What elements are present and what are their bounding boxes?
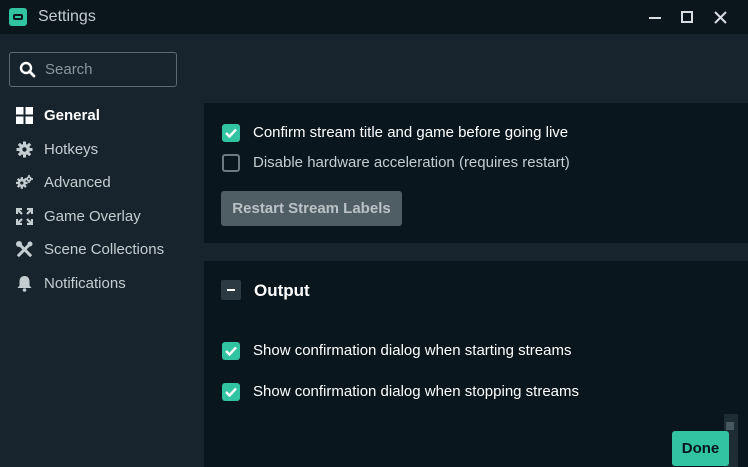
output-settings-card: Output Show confirmation dialog when sta… bbox=[204, 261, 748, 467]
maximize-icon bbox=[681, 11, 693, 23]
sidebar-item-label: Hotkeys bbox=[44, 141, 99, 158]
sidebar-item-label: General bbox=[44, 107, 100, 124]
sidebar: General Hotkeys bbox=[0, 34, 188, 467]
title-bar: Settings bbox=[0, 0, 748, 34]
app-logo-icon bbox=[9, 8, 27, 26]
maximize-button[interactable] bbox=[670, 0, 704, 34]
tools-icon bbox=[16, 241, 33, 257]
sidebar-item-label: Game Overlay bbox=[44, 208, 141, 225]
sidebar-item-label: Notifications bbox=[44, 275, 126, 292]
bell-icon bbox=[17, 276, 32, 292]
gears-icon bbox=[16, 174, 33, 189]
window-title: Settings bbox=[38, 8, 96, 25]
minimize-icon bbox=[649, 17, 661, 19]
sidebar-item-label: Advanced bbox=[44, 174, 111, 191]
sidebar-item-notifications[interactable]: Notifications bbox=[0, 268, 188, 298]
confirm-start-stream-checkbox[interactable] bbox=[222, 342, 240, 360]
sidebar-item-hotkeys[interactable]: Hotkeys bbox=[0, 134, 188, 164]
close-button[interactable] bbox=[703, 0, 737, 34]
grid-icon bbox=[16, 107, 33, 124]
checkmark-icon bbox=[225, 128, 237, 138]
sidebar-item-advanced[interactable]: Advanced bbox=[0, 167, 188, 197]
gear-icon bbox=[16, 141, 33, 158]
confirm-title-label: Confirm stream title and game before goi… bbox=[253, 124, 569, 141]
expand-icon bbox=[16, 208, 33, 225]
sidebar-item-label: Scene Collections bbox=[44, 241, 165, 258]
done-button[interactable]: Done bbox=[672, 431, 729, 466]
confirm-stop-stream-checkbox[interactable] bbox=[222, 383, 240, 401]
hardware-acceleration-checkbox[interactable] bbox=[222, 154, 240, 172]
search-input[interactable] bbox=[45, 53, 171, 86]
sidebar-item-scene-collections[interactable]: Scene Collections bbox=[0, 234, 188, 264]
scrollbar-thumb[interactable] bbox=[726, 422, 734, 430]
collapse-output-button[interactable] bbox=[221, 280, 241, 300]
close-icon bbox=[713, 10, 727, 24]
general-settings-card: Confirm stream title and game before goi… bbox=[204, 103, 748, 243]
confirm-start-stream-label: Show confirmation dialog when starting s… bbox=[253, 342, 572, 359]
hardware-acceleration-label: Disable hardware acceleration (requires … bbox=[253, 154, 570, 171]
restart-stream-labels-button[interactable]: Restart Stream Labels bbox=[221, 191, 402, 226]
sidebar-item-game-overlay[interactable]: Game Overlay bbox=[0, 201, 188, 231]
confirm-stop-stream-label: Show confirmation dialog when stopping s… bbox=[253, 383, 580, 400]
settings-content: Confirm stream title and game before goi… bbox=[188, 34, 748, 467]
confirm-title-checkbox[interactable] bbox=[222, 124, 240, 142]
minimize-button[interactable] bbox=[638, 0, 672, 34]
checkmark-icon bbox=[225, 387, 237, 397]
checkmark-icon bbox=[225, 346, 237, 356]
sidebar-item-general[interactable]: General bbox=[0, 100, 188, 130]
output-section-title: Output bbox=[254, 281, 310, 300]
search-icon bbox=[19, 61, 36, 78]
search-box[interactable] bbox=[9, 52, 177, 87]
